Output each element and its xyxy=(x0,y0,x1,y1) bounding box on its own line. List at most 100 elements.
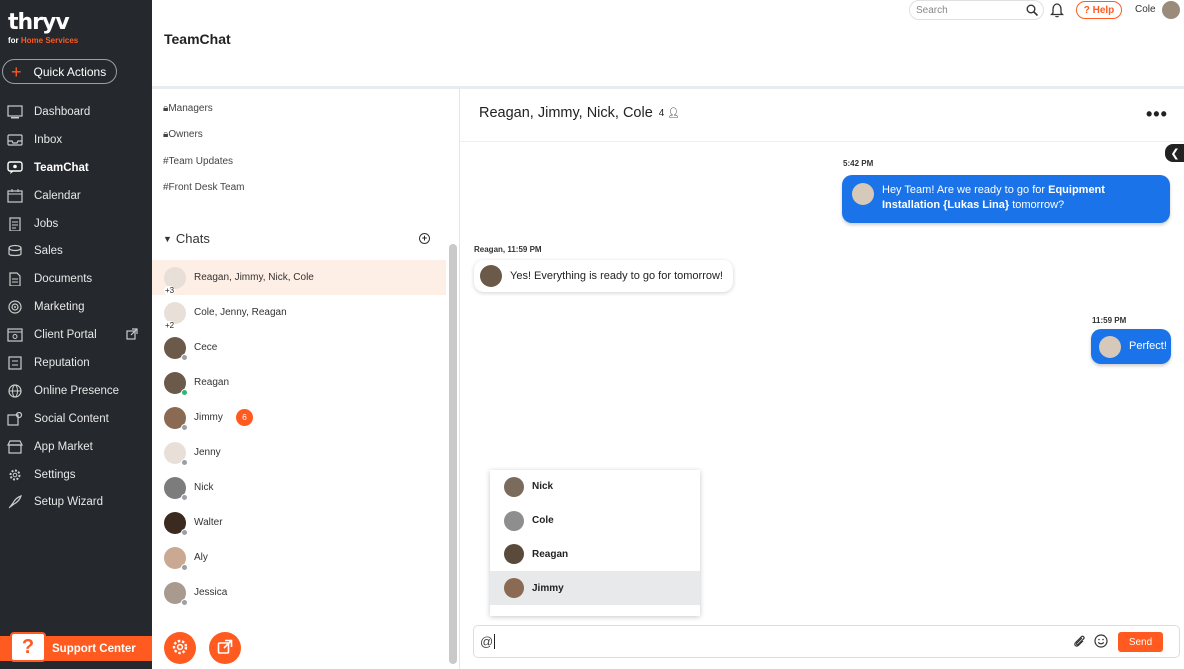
sidebar-item-documents[interactable]: Documents xyxy=(0,265,152,293)
sidebar-item-dashboard[interactable]: Dashboard xyxy=(0,98,152,126)
mention-option[interactable]: Jimmy xyxy=(490,571,700,606)
unread-badge: 6 xyxy=(236,409,253,426)
user-avatar[interactable] xyxy=(1162,1,1180,19)
avatar xyxy=(1099,335,1121,358)
help-question-icon[interactable]: ? xyxy=(10,632,46,662)
search-input[interactable]: Search xyxy=(909,0,1044,20)
attachment-paperclip-icon[interactable] xyxy=(1072,634,1086,651)
logo-subtitle-highlight: Home Services xyxy=(20,36,79,45)
sidebar-item-label: Reputation xyxy=(34,356,90,369)
sidebar-nav: Dashboard Inbox TeamChat Calendar Jobs S… xyxy=(0,98,152,516)
sidebar-item-app-market[interactable]: App Market xyxy=(0,433,152,461)
sidebar-item-online-presence[interactable]: Online Presence xyxy=(0,377,152,405)
conversation-panel: Reagan, Jimmy, Nick, Cole 4 👤︎ ••• ❮ 5:4… xyxy=(459,89,1184,669)
settings-fab-button[interactable] xyxy=(164,632,196,664)
channel-front-desk-team[interactable]: #Front Desk Team xyxy=(163,182,245,193)
channel-list-panel: 🔒︎Managers 🔒︎Owners #Team Updates #Front… xyxy=(152,89,446,669)
message-input[interactable]: @ Send xyxy=(473,625,1180,658)
mention-option[interactable]: Reagan xyxy=(490,538,700,572)
sidebar-item-jobs[interactable]: Jobs xyxy=(0,210,152,238)
chat-item[interactable]: Jimmy 6 xyxy=(152,400,446,435)
sidebar-item-calendar[interactable]: Calendar xyxy=(0,182,152,210)
conversation-title: Reagan, Jimmy, Nick, Cole xyxy=(479,105,653,121)
mention-option[interactable]: Cole xyxy=(490,504,700,538)
chat-icon xyxy=(6,160,24,176)
sidebar-item-label: Calendar xyxy=(34,189,81,202)
chat-item[interactable]: Jenny xyxy=(152,435,446,470)
sidebar-item-settings[interactable]: Settings xyxy=(0,461,152,489)
sidebar-item-marketing[interactable]: Marketing xyxy=(0,293,152,321)
rocket-icon xyxy=(6,494,24,510)
more-options-icon[interactable]: ••• xyxy=(1146,104,1168,125)
text-cursor xyxy=(494,634,496,649)
chat-name: Reagan xyxy=(194,377,230,388)
conversation-header-divider xyxy=(460,141,1184,142)
sidebar-item-label: Setup Wizard xyxy=(34,496,104,509)
notifications-bell-icon[interactable] xyxy=(1049,2,1065,21)
quick-actions-button[interactable]: + Quick Actions xyxy=(2,59,117,84)
thryv-logo[interactable]: thryv for Home Services xyxy=(8,12,78,46)
message-text-post: tomorrow? xyxy=(1009,199,1065,211)
chat-item[interactable]: Nick xyxy=(152,470,446,505)
portal-icon xyxy=(6,327,24,343)
member-count[interactable]: 4 👤︎ xyxy=(659,108,680,119)
caret-down-icon: ▼ xyxy=(163,233,172,244)
send-button[interactable]: Send xyxy=(1118,632,1163,652)
chat-item[interactable]: +2 Cole, Jenny, Reagan xyxy=(152,295,446,330)
group-avatar: +3 xyxy=(164,266,186,295)
chat-item[interactable]: +3 Reagan, Jimmy, Nick, Cole xyxy=(152,260,446,295)
sidebar-item-label: Settings xyxy=(34,468,76,481)
add-chat-icon[interactable]: + xyxy=(419,233,430,244)
sidebar-item-inbox[interactable]: Inbox xyxy=(0,126,152,154)
avatar xyxy=(164,511,188,536)
chat-item[interactable]: Cece xyxy=(152,330,446,365)
sidebar-item-reputation[interactable]: Reputation xyxy=(0,349,152,377)
sidebar-item-sales[interactable]: Sales xyxy=(0,237,152,265)
globe-icon xyxy=(6,383,24,399)
chat-item[interactable]: Jessica xyxy=(152,575,446,610)
sidebar-item-label: Sales xyxy=(34,245,63,258)
logo-subtitle: for Home Services xyxy=(8,36,78,45)
person-icon: 👤︎ xyxy=(667,107,680,119)
open-external-fab-button[interactable] xyxy=(209,632,241,664)
avatar xyxy=(164,336,188,361)
channel-team-updates[interactable]: #Team Updates xyxy=(163,156,233,167)
sidebar-item-social-content[interactable]: Social Content xyxy=(0,405,152,433)
help-button[interactable]: ? Help xyxy=(1076,1,1122,19)
status-dot xyxy=(181,388,188,396)
list-scrollbar[interactable] xyxy=(449,244,457,664)
calendar-icon xyxy=(6,188,24,204)
chat-item[interactable]: Aly xyxy=(152,540,446,575)
sidebar-item-setup-wizard[interactable]: Setup Wizard xyxy=(0,488,152,516)
social-icon xyxy=(6,411,24,427)
inbox-icon xyxy=(6,132,24,148)
emoji-icon[interactable] xyxy=(1094,634,1108,651)
sidebar-item-client-portal[interactable]: Client Portal xyxy=(0,321,152,349)
sidebar: thryv for Home Services + Quick Actions … xyxy=(0,0,152,669)
chat-name: Reagan, Jimmy, Nick, Cole xyxy=(194,272,314,283)
avatar xyxy=(504,476,524,497)
mention-name: Reagan xyxy=(532,548,569,560)
clipboard-icon xyxy=(6,216,24,232)
channel-managers[interactable]: 🔒︎Managers xyxy=(163,103,213,114)
chat-item[interactable]: Reagan xyxy=(152,365,446,400)
collapse-panel-chevron-icon[interactable]: ❮ xyxy=(1165,144,1184,162)
sidebar-item-label: App Market xyxy=(34,440,93,453)
mention-option[interactable]: Nick xyxy=(490,470,700,504)
avatar xyxy=(504,510,524,531)
chats-section-header[interactable]: ▼ Chats xyxy=(163,231,210,246)
chat-item[interactable]: Walter xyxy=(152,505,446,540)
user-name[interactable]: Cole xyxy=(1135,4,1156,15)
message-text-pre: Hey Team! Are we ready to go for xyxy=(882,184,1049,196)
mention-dropdown: Nick Cole Reagan Jimmy xyxy=(490,470,700,616)
status-dot xyxy=(181,423,188,431)
sidebar-item-teamchat[interactable]: TeamChat xyxy=(0,154,152,182)
outgoing-message: Hey Team! Are we ready to go for Equipme… xyxy=(842,175,1170,223)
channel-label: Owners xyxy=(168,129,203,140)
search-icon[interactable] xyxy=(1026,4,1039,19)
message-input-value: @ xyxy=(480,634,494,649)
channel-owners[interactable]: 🔒︎Owners xyxy=(163,129,203,140)
external-link-icon xyxy=(217,639,233,658)
status-dot xyxy=(181,458,188,466)
status-dot xyxy=(181,493,188,501)
